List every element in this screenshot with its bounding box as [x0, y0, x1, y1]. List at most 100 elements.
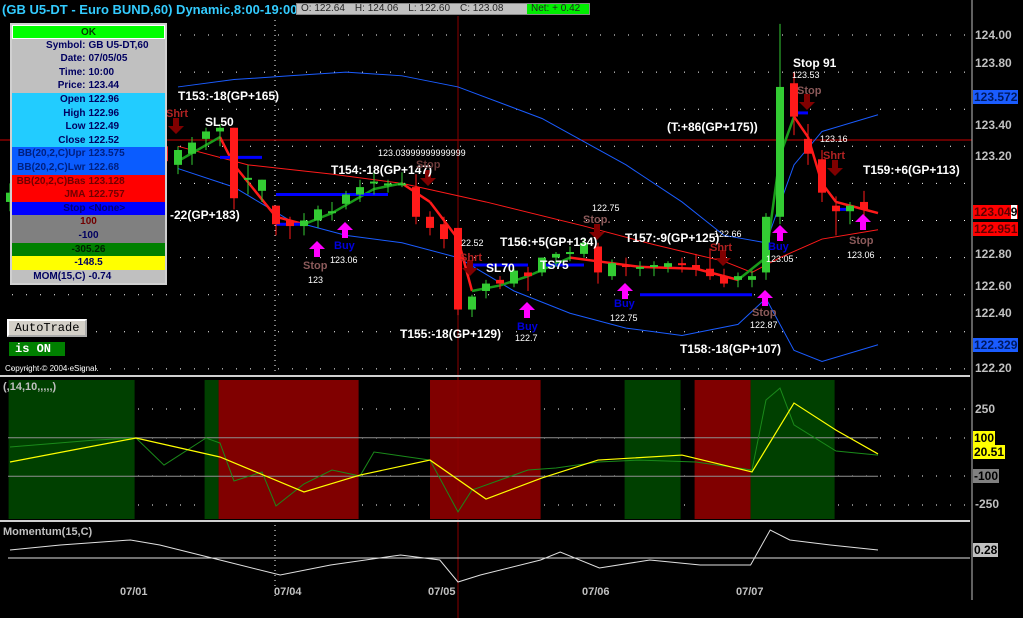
candle-body — [398, 183, 406, 186]
bb-lower-badge: 122.329 — [973, 338, 1019, 352]
annotation: Shrt — [460, 252, 482, 264]
candle-body — [244, 177, 252, 180]
row-label: Close — [58, 134, 86, 146]
data-row: High 122.96 — [12, 106, 165, 121]
osc-zone-bull — [204, 380, 219, 519]
row-label: JMA — [64, 189, 86, 201]
ok-button[interactable]: OK — [12, 25, 165, 39]
sell-arrow-icon — [827, 160, 843, 176]
candle-body — [174, 150, 182, 165]
price-tick: 122.80 — [975, 247, 1012, 261]
annotation: Shrt — [166, 108, 188, 120]
date-label: 07/04 — [274, 586, 302, 598]
annotation: SL70 — [486, 261, 515, 275]
date-label: 07/07 — [736, 586, 764, 598]
row-value: 123.575 — [88, 148, 125, 160]
buy-arrow-icon — [855, 214, 871, 230]
annotation: 123.06 — [330, 255, 358, 265]
candle-body — [370, 181, 378, 184]
data-row: BB(20,2,C)Lwr 122.68 — [12, 160, 165, 175]
date-label: 07/06 — [582, 586, 610, 598]
candle-body — [286, 220, 294, 227]
jma-segment — [331, 187, 375, 215]
row-value: 123.44 — [88, 80, 120, 92]
osc-lower-badge: -100 — [973, 469, 1000, 483]
candle-body — [342, 194, 350, 204]
annotation: Stop. — [583, 214, 611, 226]
jma-segment — [597, 260, 641, 269]
row-label: Low — [65, 121, 86, 133]
candle-body — [776, 86, 784, 217]
osc-zone-bull — [750, 380, 835, 519]
price-tick: 124.00 — [975, 28, 1012, 42]
candle-body — [566, 252, 574, 255]
buy-arrow-icon — [772, 225, 788, 241]
candle-body — [818, 159, 826, 193]
row-value: 122.52 — [88, 134, 120, 146]
candle-body — [524, 272, 532, 277]
bb-basis-badge: 122.951 — [973, 222, 1019, 236]
date-label: 07/01 — [120, 586, 148, 598]
data-row: JMA 122.757 — [12, 188, 165, 202]
trade-annotations: 123.03999999999999 T153:-18(GP+165) Shrt… — [166, 56, 960, 356]
autotrade-button[interactable]: AutoTrade — [7, 319, 87, 337]
candle-body — [594, 246, 602, 273]
jma-segment — [177, 135, 221, 163]
annotation: 122.75 — [592, 203, 620, 213]
osc-zone-bear — [694, 380, 751, 519]
annotation: T155:-18(GP+129) — [400, 327, 501, 341]
row-value: 123.128 — [88, 175, 125, 187]
osc-zone-bear — [218, 380, 359, 519]
row-label: Price: — [57, 80, 86, 92]
mom-row: MOM(15,C) -0.74 — [12, 269, 165, 284]
data-row: BB(20,2,C)Bas 123.128 — [12, 174, 165, 189]
candle-body — [384, 183, 392, 186]
annotation: 123.05 — [766, 254, 794, 264]
annotation: Buy — [614, 298, 636, 310]
row-label: High — [63, 107, 86, 119]
osc-upper: 100 — [12, 215, 165, 229]
row-value: 10:00 — [88, 66, 115, 78]
ohlc-bar: O: 122.64 H: 124.06 L: 122.60 C: 123.08 … — [296, 3, 590, 15]
momentum-line — [9, 529, 879, 583]
row-label: Symbol: — [46, 39, 86, 51]
annotation: 122.87 — [750, 320, 778, 330]
annotation: Buy — [334, 240, 356, 252]
annotation: 123.03999999999999 — [378, 148, 466, 158]
candle-body — [650, 265, 658, 268]
data-row: Price: 123.44 — [12, 79, 165, 93]
annotation: T156:+5(GP+134) — [500, 235, 597, 249]
oscillator-title: (,14,10,,,,,) — [3, 381, 57, 393]
momentum-badge: 0.28 — [973, 543, 999, 557]
candle-body — [748, 276, 756, 280]
row-value: 122.96 — [88, 107, 120, 119]
candle-body — [468, 296, 476, 310]
row-label: BB(20,2,C)Upr — [17, 148, 86, 160]
last-price-badge: 123.049 — [973, 205, 1019, 219]
osc-slow: -148.5 — [12, 256, 165, 270]
annotation: Stop — [752, 307, 777, 319]
annotation: Stop — [303, 260, 328, 272]
annotation: 122.75 — [610, 313, 638, 323]
autotrade-status: is ON — [9, 342, 65, 356]
price-tick: 123.40 — [975, 118, 1012, 132]
osc-tick: -250 — [975, 497, 1000, 511]
candle-body — [412, 187, 420, 217]
data-window[interactable]: OK Symbol: GB U5-DT,60 Date: 07/05/05 Time: 1… — [10, 23, 167, 286]
data-row: Time: 10:00 — [12, 65, 165, 80]
jma-segment — [695, 267, 739, 282]
price-tick: 123.20 — [975, 149, 1012, 163]
candle-body — [622, 265, 630, 268]
annotation: 123.16 — [820, 134, 848, 144]
candle-body — [496, 279, 504, 284]
annotation: 123.06 — [847, 250, 875, 260]
row-value: 122.757 — [88, 189, 125, 201]
osc-zone-bull — [8, 380, 135, 519]
oscillator-zones — [8, 380, 835, 519]
candle-body — [258, 179, 266, 191]
buy-arrow-icon — [309, 241, 325, 257]
jma-segment — [569, 256, 599, 263]
data-row: Open 122.96 — [12, 92, 165, 107]
price-tick: 122.60 — [975, 279, 1012, 293]
annotation: 123.53 — [792, 70, 820, 80]
